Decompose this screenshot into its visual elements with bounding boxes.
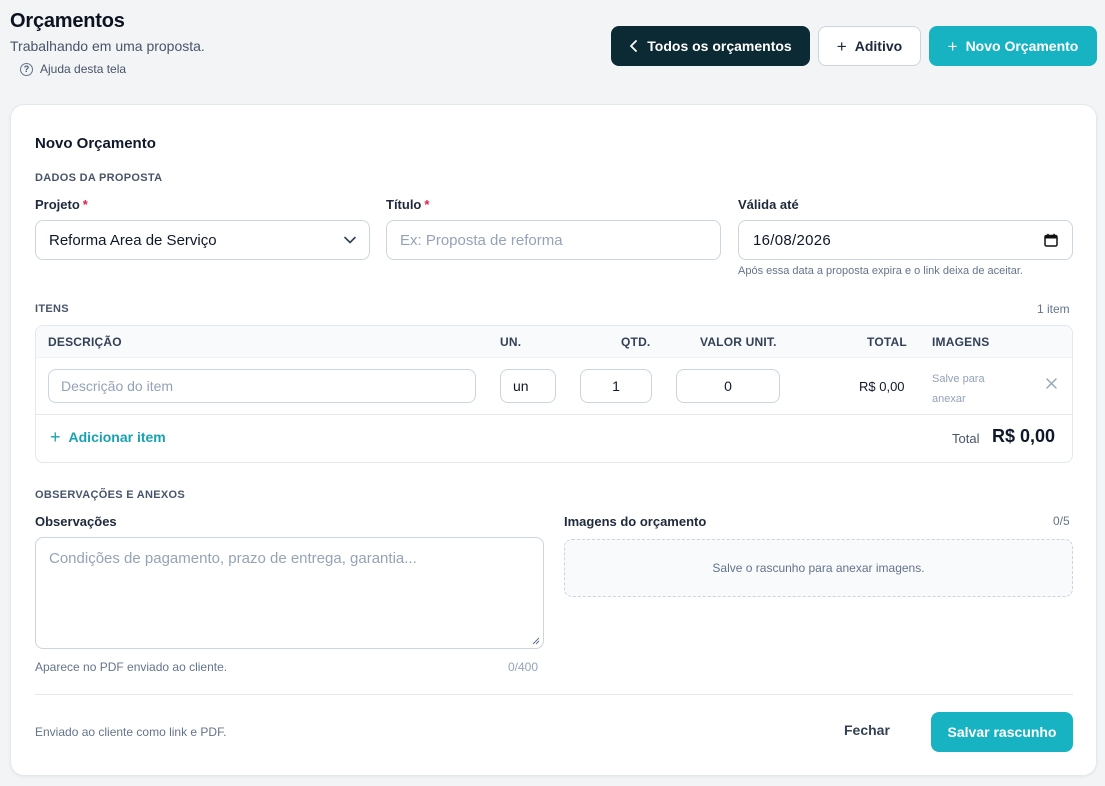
footer-note: Enviado ao cliente como link e PDF. [35,725,227,739]
page-subtitle: Trabalhando em uma proposta. [10,38,205,54]
valid-until-date-input[interactable]: 16/08/2026 [738,220,1073,260]
items-divider [36,414,1072,415]
item-unit-value: un [513,378,529,394]
items-total-label: Total [952,431,980,446]
close-icon [1046,378,1057,389]
observations-label: Observações [35,514,117,529]
budget-form-card: Novo Orçamento DADOS DA PROPOSTA Projeto… [10,104,1097,776]
items-table-header: DESCRIÇÃO UN. QTD. VALOR UNIT. TOTAL IMA… [36,326,1072,358]
item-unit-value-value: 0 [724,378,732,394]
col-total: TOTAL [867,335,907,349]
col-unit: UN. [500,335,522,349]
required-mark: * [82,197,88,212]
all-budgets-button[interactable]: Todos os orçamentos [611,26,810,66]
plus-icon: + [947,36,958,56]
add-item-label: Adicionar item [68,429,166,445]
plus-icon: + [50,427,61,447]
form-title: Novo Orçamento [35,135,156,152]
title-label: Título * [386,197,429,212]
title-placeholder: Ex: Proposta de reforma [400,231,563,249]
images-dropzone: Salve o rascunho para anexar imagens. [564,539,1073,597]
new-budget-button[interactable]: + Novo Orçamento [929,26,1097,66]
valid-until-help: Após essa data a proposta expira e o lin… [738,265,1023,277]
required-mark: * [424,197,430,212]
chevron-down-icon [344,236,356,244]
items-count: 1 item [1037,302,1070,316]
valid-until-value: 16/08/2026 [753,231,832,249]
all-budgets-label: Todos os orçamentos [647,38,792,54]
page-header: Orçamentos Trabalhando em uma proposta. … [0,0,1105,100]
col-qty: QTD. [621,335,651,349]
title-label-text: Título [386,197,422,212]
page-title: Orçamentos [10,10,125,32]
save-draft-button[interactable]: Salvar rascunho [931,712,1073,752]
help-link[interactable]: ? Ajuda desta tela [20,62,126,76]
chevron-left-icon [630,40,638,52]
observations-textarea[interactable]: Condições de pagamento, prazo de entrega… [35,537,544,649]
items-section-label: ITENS [35,303,69,315]
item-qty-input[interactable]: 1 [580,369,652,403]
notes-section-label: OBSERVAÇÕES E ANEXOS [35,489,186,501]
item-qty-value: 1 [612,378,620,394]
title-input[interactable]: Ex: Proposta de reforma [386,220,721,260]
resize-handle-icon[interactable] [532,637,540,645]
addendum-label: Aditivo [854,38,903,54]
item-total: R$ 0,00 [859,379,905,394]
add-item-button[interactable]: + Adicionar item [50,428,166,446]
plus-icon: + [836,36,847,56]
project-select[interactable]: Reforma Area de Serviço [35,220,370,260]
project-value: Reforma Area de Serviço [49,231,217,249]
col-unit-value: VALOR UNIT. [700,335,777,349]
item-description-placeholder: Descrição do item [61,378,174,394]
images-dropzone-text: Salve o rascunho para anexar imagens. [712,561,925,575]
budget-images-counter: 0/5 [1053,514,1070,528]
remove-item-button[interactable] [1046,376,1057,394]
proposal-section-label: DADOS DA PROPOSTA [35,172,163,184]
items-total-value: R$ 0,00 [992,426,1056,446]
question-circle-icon: ? [20,62,33,76]
col-images: IMAGENS [932,335,990,349]
observations-counter: 0/400 [508,660,539,674]
item-images-note: Salve para anexar [932,373,985,405]
footer-divider [35,694,1073,695]
item-description-input[interactable]: Descrição do item [48,369,476,403]
item-unit-input[interactable]: un [500,369,556,403]
calendar-icon[interactable] [1044,233,1058,247]
item-unit-value-input[interactable]: 0 [676,369,780,403]
observations-placeholder: Condições de pagamento, prazo de entrega… [49,550,417,567]
help-label: Ajuda desta tela [40,62,127,76]
close-button[interactable]: Fechar [844,722,890,738]
budget-images-label: Imagens do orçamento [564,514,707,529]
observations-help: Aparece no PDF enviado ao cliente. [35,660,228,674]
items-table: DESCRIÇÃO UN. QTD. VALOR UNIT. TOTAL IMA… [35,325,1073,463]
project-label-text: Projeto [35,197,80,212]
addendum-button[interactable]: + Aditivo [818,26,921,66]
col-description: DESCRIÇÃO [48,335,122,349]
valid-until-label: Válida até [738,197,799,212]
project-label: Projeto * [35,197,88,212]
new-budget-label: Novo Orçamento [965,38,1079,54]
